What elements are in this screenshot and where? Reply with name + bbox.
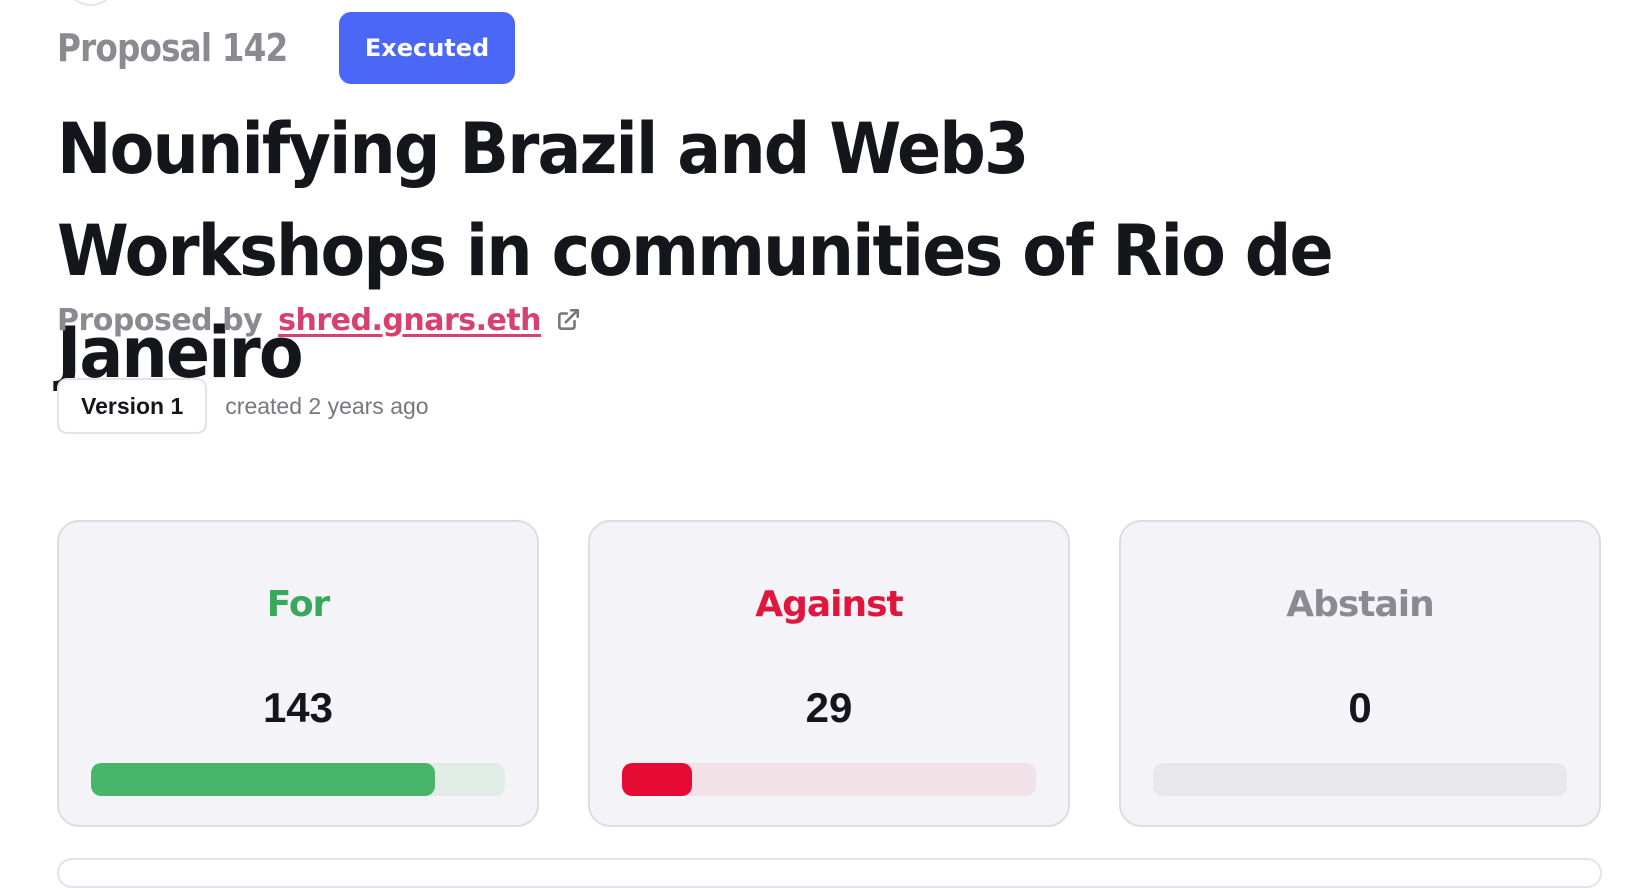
vote-label-abstain: Abstain <box>1286 584 1435 625</box>
proposal-header-row: Proposal 142 Executed <box>57 12 516 84</box>
vote-bar-track-for <box>91 763 505 796</box>
vote-label-against: Against <box>755 584 904 625</box>
vote-label-for: For <box>266 584 331 625</box>
proposed-by-label: Proposed by <box>57 302 263 338</box>
vote-card-abstain: Abstain 0 <box>1119 520 1601 827</box>
version-selector-button[interactable]: Version 1 <box>57 378 208 434</box>
vote-count-against: 29 <box>805 684 853 731</box>
vote-count-abstain: 0 <box>1348 684 1372 731</box>
proposal-number: Proposal 142 <box>57 26 288 70</box>
vote-cards: For 143 Against 29 Abstain 0 <box>57 520 1601 827</box>
version-row: Version 1 created 2 years ago <box>57 378 429 434</box>
proposer-link[interactable]: shred.gnars.eth <box>278 303 541 338</box>
vote-card-against: Against 29 <box>588 520 1070 827</box>
external-link-icon[interactable] <box>555 307 581 333</box>
vote-bar-fill-against <box>622 763 692 796</box>
vote-count-for: 143 <box>262 684 334 731</box>
vote-bar-fill-for <box>91 763 436 796</box>
proposal-page: Proposal 142 Executed Nounifying Brazil … <box>57 0 1602 888</box>
vote-bar-track-abstain <box>1153 763 1567 796</box>
back-button[interactable] <box>65 0 117 6</box>
vote-bar-track-against <box>622 763 1036 796</box>
status-badge: Executed <box>338 12 516 84</box>
version-created-date: created 2 years ago <box>225 392 429 419</box>
proposer-row: Proposed by shred.gnars.eth <box>57 296 581 344</box>
next-section-edge <box>57 858 1602 888</box>
proposal-title: Nounifying Brazil and Web3 Workshops in … <box>57 108 1334 394</box>
vote-card-for: For 143 <box>57 520 539 827</box>
